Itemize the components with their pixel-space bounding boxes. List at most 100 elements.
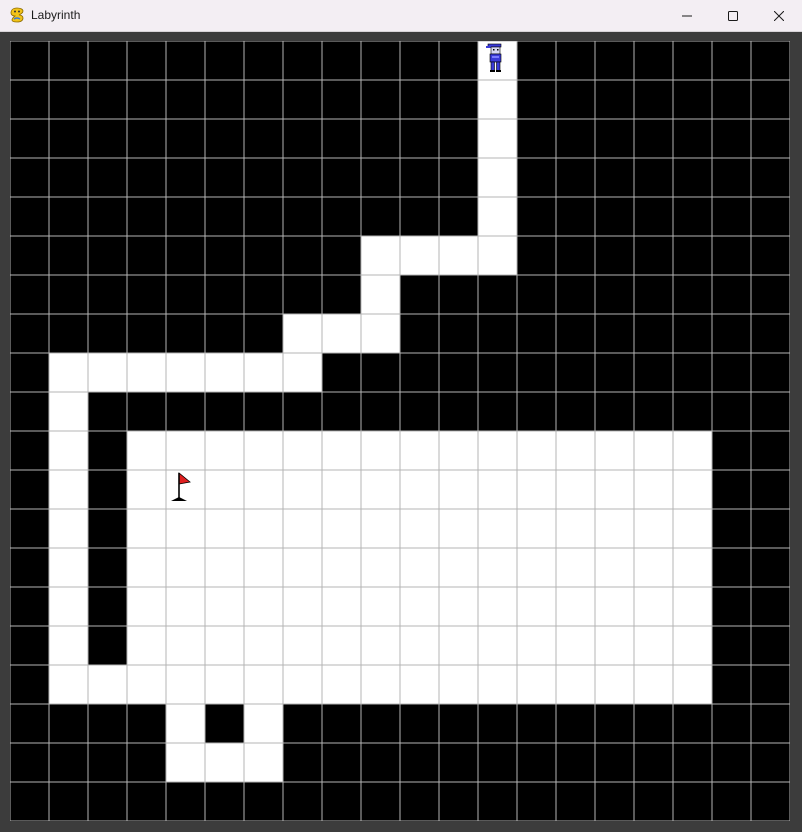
wall-cell — [634, 80, 673, 119]
close-button[interactable] — [756, 0, 802, 31]
wall-cell — [88, 587, 127, 626]
wall-cell — [595, 353, 634, 392]
wall-cell — [10, 119, 49, 158]
wall-cell — [751, 782, 790, 821]
path-cell — [361, 470, 400, 509]
path-cell — [439, 509, 478, 548]
wall-cell — [49, 197, 88, 236]
wall-cell — [517, 392, 556, 431]
wall-cell — [127, 41, 166, 80]
wall-cell — [49, 275, 88, 314]
wall-cell — [517, 236, 556, 275]
wall-cell — [322, 41, 361, 80]
wall-cell — [439, 158, 478, 197]
path-cell — [478, 158, 517, 197]
wall-cell — [712, 782, 751, 821]
wall-cell — [10, 509, 49, 548]
path-cell — [127, 353, 166, 392]
wall-cell — [283, 119, 322, 158]
wall-cell — [283, 80, 322, 119]
wall-cell — [88, 314, 127, 353]
path-cell — [439, 626, 478, 665]
wall-cell — [166, 119, 205, 158]
path-cell — [322, 314, 361, 353]
wall-cell — [283, 743, 322, 782]
wall-cell — [166, 314, 205, 353]
title-bar[interactable]: Labyrinth — [0, 0, 802, 32]
wall-cell — [10, 236, 49, 275]
path-cell — [361, 431, 400, 470]
wall-cell — [517, 80, 556, 119]
path-cell — [205, 548, 244, 587]
path-cell — [322, 626, 361, 665]
path-cell — [595, 665, 634, 704]
path-cell — [517, 431, 556, 470]
wall-cell — [10, 470, 49, 509]
wall-cell — [88, 509, 127, 548]
path-cell — [322, 509, 361, 548]
wall-cell — [244, 41, 283, 80]
path-cell — [517, 548, 556, 587]
wall-cell — [517, 704, 556, 743]
path-cell — [673, 548, 712, 587]
wall-cell — [634, 392, 673, 431]
path-cell — [361, 314, 400, 353]
wall-cell — [88, 197, 127, 236]
wall-cell — [10, 41, 49, 80]
wall-cell — [712, 548, 751, 587]
wall-cell — [478, 782, 517, 821]
wall-cell — [751, 704, 790, 743]
wall-cell — [400, 197, 439, 236]
path-cell — [556, 587, 595, 626]
path-cell — [283, 353, 322, 392]
wall-cell — [712, 314, 751, 353]
wall-cell — [361, 158, 400, 197]
wall-cell — [517, 41, 556, 80]
wall-cell — [517, 353, 556, 392]
path-cell — [673, 665, 712, 704]
wall-cell — [283, 704, 322, 743]
minimize-button[interactable] — [664, 0, 710, 31]
maximize-button[interactable] — [710, 0, 756, 31]
wall-cell — [322, 158, 361, 197]
wall-cell — [751, 119, 790, 158]
wall-cell — [244, 782, 283, 821]
wall-cell — [166, 782, 205, 821]
path-cell — [127, 431, 166, 470]
wall-cell — [205, 80, 244, 119]
path-cell — [439, 431, 478, 470]
close-icon — [774, 10, 784, 21]
path-cell — [478, 587, 517, 626]
path-cell — [478, 509, 517, 548]
wall-cell — [205, 41, 244, 80]
wall-cell — [478, 275, 517, 314]
path-cell — [400, 665, 439, 704]
wall-cell — [751, 41, 790, 80]
path-cell — [634, 509, 673, 548]
path-cell — [634, 431, 673, 470]
path-cell — [556, 470, 595, 509]
path-cell — [244, 587, 283, 626]
path-cell — [478, 119, 517, 158]
wall-cell — [283, 236, 322, 275]
wall-cell — [88, 431, 127, 470]
wall-cell — [751, 197, 790, 236]
path-cell — [244, 743, 283, 782]
wall-cell — [595, 119, 634, 158]
wall-cell — [322, 353, 361, 392]
wall-cell — [595, 314, 634, 353]
path-cell — [283, 548, 322, 587]
path-cell — [361, 275, 400, 314]
game-canvas[interactable] — [10, 41, 790, 821]
wall-cell — [595, 41, 634, 80]
wall-cell — [322, 743, 361, 782]
path-cell — [400, 470, 439, 509]
path-cell — [166, 548, 205, 587]
wall-cell — [88, 80, 127, 119]
path-cell — [166, 353, 205, 392]
path-cell — [283, 587, 322, 626]
wall-cell — [127, 782, 166, 821]
wall-cell — [49, 119, 88, 158]
path-cell — [556, 665, 595, 704]
wall-cell — [673, 158, 712, 197]
